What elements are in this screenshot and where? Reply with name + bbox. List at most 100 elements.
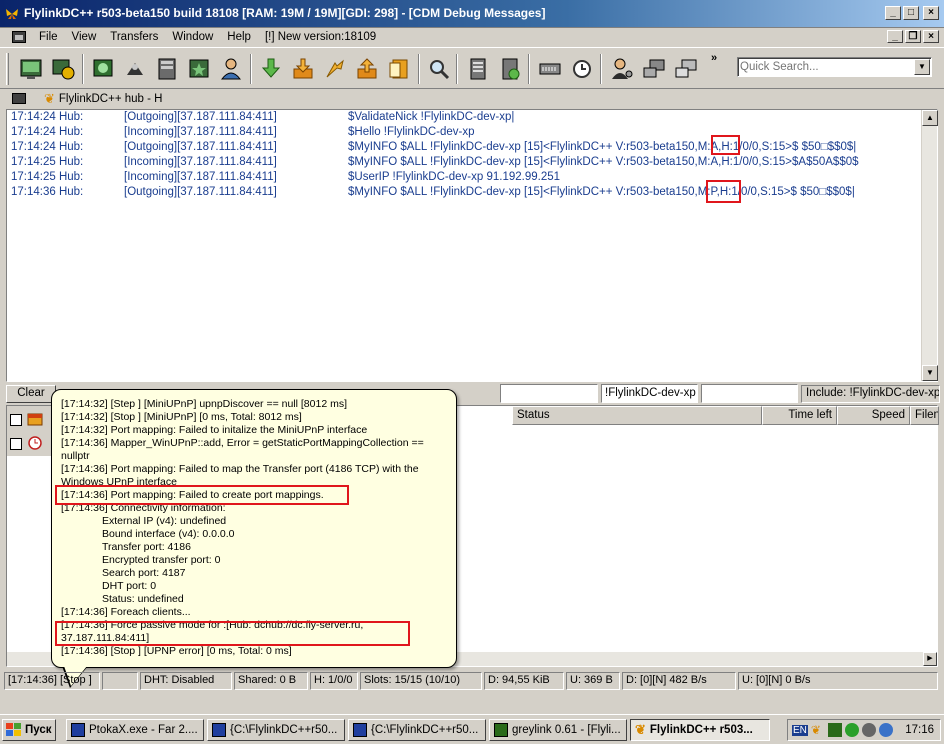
status-downloaded: D: 94,55 KiB [484,672,564,690]
search-spy-icon[interactable] [463,54,493,84]
nick-filter-field[interactable]: !FlylinkDC-dev-xp [601,384,698,403]
status-shared: Shared: 0 B [234,672,308,690]
scroll-right-arrow-icon[interactable]: ▶ [923,652,937,666]
toolbar-overflow-chevron[interactable]: » [711,52,717,64]
scheduler-icon[interactable] [567,54,597,84]
far-manager-icon [212,723,226,737]
mdi-close-button[interactable]: × [923,30,939,43]
upload-queue-icon[interactable] [320,54,350,84]
maximize-button[interactable]: □ [903,6,919,20]
language-indicator[interactable]: EN [792,724,808,736]
task-greylink[interactable]: greylink 0.61 - [Flyli... [489,719,627,741]
cdm-debug-log[interactable]: 17:14:24 Hub: [Outgoing][37.187.111.84:4… [6,109,938,382]
tooltip-line: [17:14:32] [Stop ] [MiniUPnP] [0 ms, Tot… [61,411,302,423]
mode-active-highlight [711,135,740,155]
tab-system-icon[interactable] [12,93,26,104]
column-filename[interactable]: Filen [910,406,939,425]
column-status[interactable]: Status [512,406,762,425]
task-label: {C:\FlylinkDC++r50... [371,724,479,736]
toolbar-separator [456,54,458,84]
greylink-icon[interactable] [827,723,842,737]
transfers-side-strip [7,406,51,456]
finished-uploads-icon[interactable] [352,54,382,84]
quick-search-input[interactable] [740,59,912,75]
network-icon[interactable] [878,723,893,737]
menu-transfers[interactable]: Transfers [103,31,165,43]
start-button[interactable]: Пуск [2,719,56,741]
recent-hubs-icon[interactable] [184,54,214,84]
finished-downloads-icon[interactable] [288,54,318,84]
adl-search-icon[interactable] [495,54,525,84]
volume-icon[interactable] [861,723,876,737]
network-stats-icon[interactable] [535,54,565,84]
transfer-checkbox[interactable] [10,414,22,426]
log-time: 17:14:25 Hub: [11,171,84,183]
minimize-button[interactable]: _ [885,6,901,20]
toolbar-grip[interactable] [6,53,9,85]
close-button[interactable]: × [923,6,939,20]
mdi-restore-button[interactable]: ❐ [905,30,921,43]
chevron-down-icon[interactable]: ▼ [914,59,930,75]
clear-button[interactable]: Clear [6,385,56,403]
menu-view[interactable]: View [65,31,104,43]
task-flylinkdc[interactable]: ❦ FlylinkDC++ r503... [630,719,770,741]
connect-icon[interactable] [639,54,669,84]
menu-file[interactable]: File [32,31,65,43]
butterfly-icon: ❦ [635,722,646,737]
menu-help[interactable]: Help [220,31,258,43]
log-direction: [Outgoing][37.187.111.84:411] [124,111,277,123]
follow-redirect-icon[interactable] [120,54,150,84]
transfer-checkbox[interactable] [10,438,22,450]
log-direction: [Incoming][37.187.111.84:411] [124,126,277,138]
mdi-system-menu-icon[interactable] [12,31,26,43]
tooltip-detail: Encrypted transfer port: 0 [102,554,221,566]
include-filter-label: Include: !FlylinkDC-dev-xp [801,385,940,403]
check-icon[interactable] [844,723,859,737]
column-time-left[interactable]: Time left [762,406,837,425]
notepad-icon[interactable] [384,54,414,84]
tab-hub[interactable]: ❦ FlylinkDC++ hub - H [40,90,166,108]
search-icon[interactable] [424,54,454,84]
status-empty [102,672,138,690]
log-time: 17:14:36 Hub: [11,186,84,198]
log-vertical-scrollbar[interactable]: ▲ ▼ [921,110,938,381]
disconnect-icon[interactable] [671,54,701,84]
taskbar: Пуск PtokaX.exe - Far 2.... {C:\FlylinkD… [0,714,944,744]
text-filter-field[interactable] [701,384,798,403]
log-direction: [Outgoing][37.187.111.84:411] [124,141,277,153]
tooltip-detail: Status: undefined [102,593,184,605]
task-ptokax[interactable]: PtokaX.exe - Far 2.... [66,719,204,741]
port-mapping-failed-highlight [55,485,349,505]
reconnect-icon[interactable] [88,54,118,84]
task-flylink-dir-1[interactable]: {C:\FlylinkDC++r50... [207,719,345,741]
favorite-users-icon[interactable] [152,54,182,84]
status-hubs: H: 1/0/0 [310,672,358,690]
favorite-hubs-icon[interactable] [48,54,78,84]
quick-search-combo[interactable]: ▼ [737,57,932,77]
start-label: Пуск [25,724,52,736]
ip-filter-field[interactable] [500,384,598,403]
users-icon[interactable] [216,54,246,84]
settings-icon[interactable] [607,54,637,84]
butterfly-icon[interactable]: ❦ [811,723,825,737]
far-manager-icon [353,723,367,737]
download-queue-icon[interactable] [256,54,286,84]
log-direction: [Outgoing][37.187.111.84:411] [124,186,277,198]
status-dht: DHT: Disabled [140,672,232,690]
toolbar-separator [418,54,420,84]
mdi-minimize-button[interactable]: _ [887,30,903,43]
tooltip-line: [17:14:36] Foreach clients... [61,606,191,618]
column-speed[interactable]: Speed [837,406,910,425]
tab-hub-label: FlylinkDC++ hub - H [58,93,163,105]
tooltip-line: [17:14:36] [Stop ] [UPNP error] [0 ms, T… [61,645,292,657]
log-time: 17:14:24 Hub: [11,141,84,153]
scroll-up-arrow-icon[interactable]: ▲ [922,110,938,126]
task-flylink-dir-2[interactable]: {C:\FlylinkDC++r50... [348,719,486,741]
menu-window[interactable]: Window [165,31,220,43]
menu-new-version[interactable]: [!] New version:18109 [258,31,383,43]
scroll-down-arrow-icon[interactable]: ▼ [922,365,938,381]
public-hubs-icon[interactable] [16,54,46,84]
title-bar[interactable]: FlylinkDC++ r503-beta150 build 18108 [RA… [0,0,944,28]
mode-passive-highlight [706,180,741,203]
log-direction: [Incoming][37.187.111.84:411] [124,156,277,168]
